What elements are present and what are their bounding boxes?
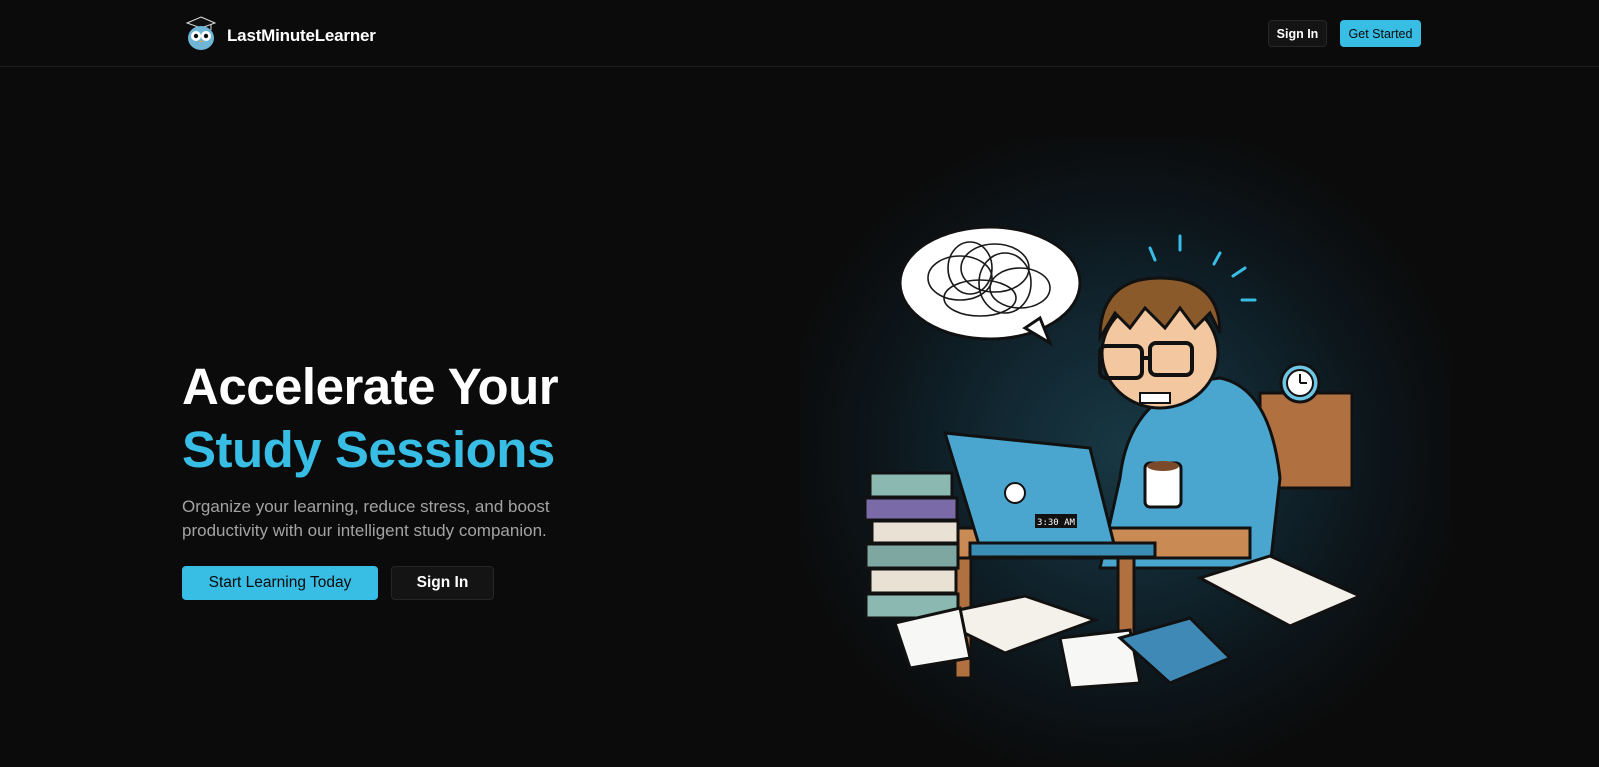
laptop-clock-text: 3:30 AM bbox=[1037, 518, 1076, 528]
hero-subtitle: Organize your learning, reduce stress, a… bbox=[182, 497, 550, 540]
hero-title-line-1: Accelerate Your bbox=[182, 358, 559, 415]
top-nav-bar: LastMinuteLearner Sign In Get Started bbox=[0, 0, 1599, 67]
hero-text: Accelerate Your Study Sessions Organize … bbox=[182, 355, 702, 543]
hero-illustration: 3:30 AM bbox=[800, 138, 1450, 763]
hero-title-line-2: Study Sessions bbox=[182, 421, 555, 478]
brand[interactable]: LastMinuteLearner bbox=[185, 15, 376, 56]
thought-bubble-icon bbox=[898, 225, 1082, 347]
header-sign-in-button[interactable]: Sign In bbox=[1268, 20, 1327, 47]
coffee-mug-icon bbox=[1143, 461, 1183, 509]
hero-sign-in-button[interactable]: Sign In bbox=[391, 566, 494, 600]
brand-name: LastMinuteLearner bbox=[227, 25, 376, 45]
stressed-student-icon bbox=[1098, 276, 1282, 570]
start-learning-button[interactable]: Start Learning Today bbox=[182, 566, 378, 600]
book-stack-icon bbox=[863, 471, 960, 620]
header-get-started-button[interactable]: Get Started bbox=[1340, 20, 1421, 47]
owl-logo-icon bbox=[185, 15, 217, 56]
